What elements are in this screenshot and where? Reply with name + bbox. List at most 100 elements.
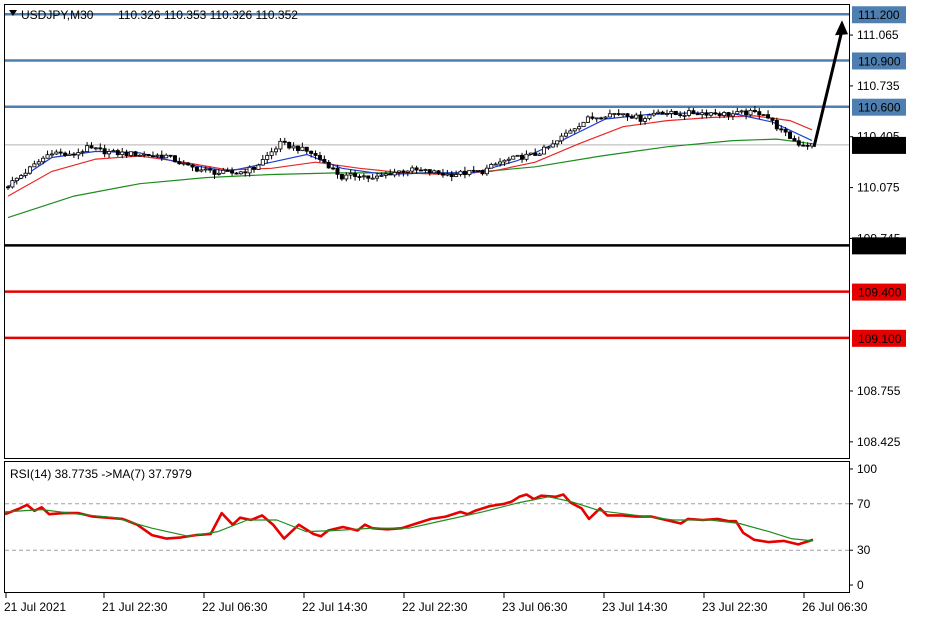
candle-body <box>19 175 24 179</box>
rsi-tick-label: 70 <box>857 497 871 511</box>
candle-body <box>58 151 63 154</box>
candle-body <box>36 161 41 165</box>
candle-body <box>757 111 762 116</box>
candle-body <box>159 154 164 159</box>
candle-body <box>295 145 300 151</box>
candle-body <box>238 171 243 175</box>
candle-body <box>533 152 538 156</box>
candle-body <box>252 166 257 170</box>
candle-body <box>480 169 485 175</box>
candle-body <box>445 173 450 176</box>
candle-body <box>537 153 542 156</box>
pivot-level-label: 109.700 <box>858 239 902 253</box>
candle-body <box>555 140 560 145</box>
candle-body <box>199 169 204 172</box>
candle-body <box>748 109 753 116</box>
support-level-label: 109.100 <box>858 332 902 346</box>
candle-body <box>656 111 661 114</box>
candle-body <box>111 150 116 152</box>
candle-body <box>511 155 516 160</box>
price-tick-label: 108.425 <box>857 435 901 449</box>
candle-body <box>607 113 612 118</box>
candle-body <box>730 113 735 117</box>
candle-body <box>643 118 648 122</box>
price-tick-label: 110.735 <box>857 79 900 93</box>
candle-body <box>542 146 547 155</box>
time-tick-label: 22 Jul 22:30 <box>402 600 468 614</box>
candle-body <box>186 162 191 166</box>
candle-body <box>273 148 278 153</box>
candle-body <box>10 180 15 188</box>
candle-body <box>594 117 599 120</box>
candle-body <box>634 114 639 119</box>
candle-body <box>440 173 445 176</box>
candle-body <box>432 170 437 174</box>
candle-body <box>102 148 107 155</box>
candle-body <box>27 166 32 174</box>
candle-body <box>247 166 252 174</box>
candle-body <box>107 151 112 155</box>
candle-body <box>194 166 199 172</box>
candle-body <box>427 169 432 174</box>
candle-body <box>700 112 705 115</box>
candle-body <box>208 168 213 171</box>
candle-body <box>216 172 221 175</box>
candle-body <box>98 147 103 150</box>
candle-body <box>129 151 134 156</box>
rsi-tick-label: 30 <box>857 543 871 557</box>
candle-body <box>6 186 11 189</box>
candle-body <box>76 152 81 156</box>
candle-body <box>269 151 274 156</box>
candle-body <box>449 173 454 177</box>
candle-body <box>462 170 467 176</box>
candle-body <box>783 129 788 133</box>
candle-body <box>63 152 68 156</box>
candle-body <box>546 146 551 149</box>
resistance-level-label: 110.600 <box>858 101 901 115</box>
candle-body <box>563 132 568 137</box>
candle-body <box>304 146 309 152</box>
candle-body <box>506 158 511 161</box>
candle-body <box>792 138 797 142</box>
candle-body <box>348 173 353 176</box>
candle-body <box>344 174 349 180</box>
candle-body <box>770 117 775 121</box>
candle-body <box>621 113 626 116</box>
candle-body <box>726 112 731 117</box>
ohlc-caption: 110.326 110.353 110.326 110.352 <box>118 8 298 22</box>
candle-body <box>326 161 331 169</box>
candle-body <box>282 140 287 143</box>
candle-body <box>410 167 415 172</box>
candle-body <box>150 155 155 158</box>
candle-body <box>93 147 98 150</box>
candle-body <box>788 131 793 139</box>
candle-body <box>392 172 397 176</box>
candle-body <box>401 170 406 173</box>
price-panel <box>4 4 850 459</box>
candle-body <box>717 113 722 116</box>
rsi-caption: RSI(14) 38.7735 ->MA(7) 37.7979 <box>10 467 192 481</box>
candle-body <box>665 113 670 115</box>
candle-body <box>405 170 410 173</box>
candle-body <box>471 169 476 172</box>
candle-body <box>752 109 757 112</box>
candle-body <box>629 116 634 119</box>
candle-body <box>313 153 318 156</box>
candle-body <box>225 169 230 172</box>
candle-body <box>766 114 771 119</box>
candle-body <box>80 151 85 154</box>
time-tick-label: 22 Jul 14:30 <box>302 600 368 614</box>
candle-body <box>54 151 59 155</box>
candle-body <box>309 150 314 154</box>
candle-body <box>234 172 239 175</box>
candle-body <box>181 162 186 165</box>
candle-body <box>155 154 160 157</box>
candle-body <box>14 177 19 182</box>
candle-body <box>335 167 340 175</box>
candle-body <box>137 154 142 157</box>
candle-body <box>168 154 173 157</box>
candle-body <box>45 154 50 159</box>
candle-body <box>577 126 582 130</box>
price-tick-label: 108.755 <box>857 384 901 398</box>
price-level-labels: 111.200 110.900 110.600 109.700 109.400 109.1… <box>852 6 906 347</box>
